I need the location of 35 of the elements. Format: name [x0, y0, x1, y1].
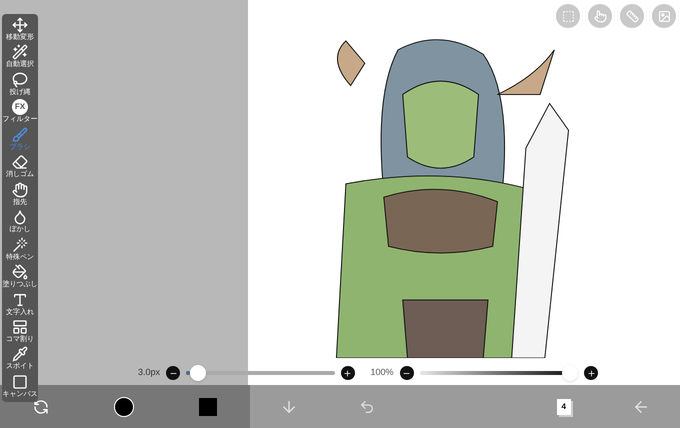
plus-icon	[343, 368, 352, 378]
touch-icon	[594, 10, 606, 22]
slider-thumb[interactable]	[190, 365, 206, 381]
wand-icon	[12, 236, 28, 253]
droplet-icon	[12, 209, 28, 226]
undo-icon[interactable]	[359, 398, 376, 414]
canvas-tool-button[interactable]	[556, 4, 580, 28]
finger-icon	[12, 182, 28, 198]
panels-icon	[12, 318, 28, 335]
magic-wand-icon	[12, 44, 28, 60]
move-icon	[12, 17, 28, 33]
decrease-button[interactable]	[166, 366, 180, 380]
color-swatch-button[interactable]	[199, 398, 218, 416]
slider[interactable]	[420, 365, 578, 381]
color-wheel-button[interactable]	[114, 396, 134, 416]
swap-icon[interactable]	[32, 398, 49, 414]
canvas-tool-button[interactable]	[620, 4, 644, 28]
ruler-icon	[626, 10, 638, 22]
canvas-icon	[12, 374, 28, 390]
eraser-icon	[12, 154, 28, 170]
paint-bucket-icon	[12, 264, 28, 280]
brush-size-reading: 3.0px	[138, 366, 160, 380]
lasso-icon	[12, 72, 28, 88]
text-icon	[12, 292, 28, 308]
canvas-tool-button[interactable]	[652, 4, 676, 28]
fx-badge: FX	[12, 99, 28, 116]
eyedropper-icon	[12, 346, 28, 362]
plus-icon	[586, 368, 596, 378]
layers-button[interactable]: 4	[556, 398, 571, 414]
canvas-tool-button[interactable]	[588, 4, 612, 28]
brush-icon	[12, 126, 28, 143]
slider[interactable]	[186, 365, 335, 381]
image-icon	[658, 10, 670, 22]
opacity-reading: 100%	[370, 366, 394, 380]
selection-icon	[562, 10, 574, 22]
